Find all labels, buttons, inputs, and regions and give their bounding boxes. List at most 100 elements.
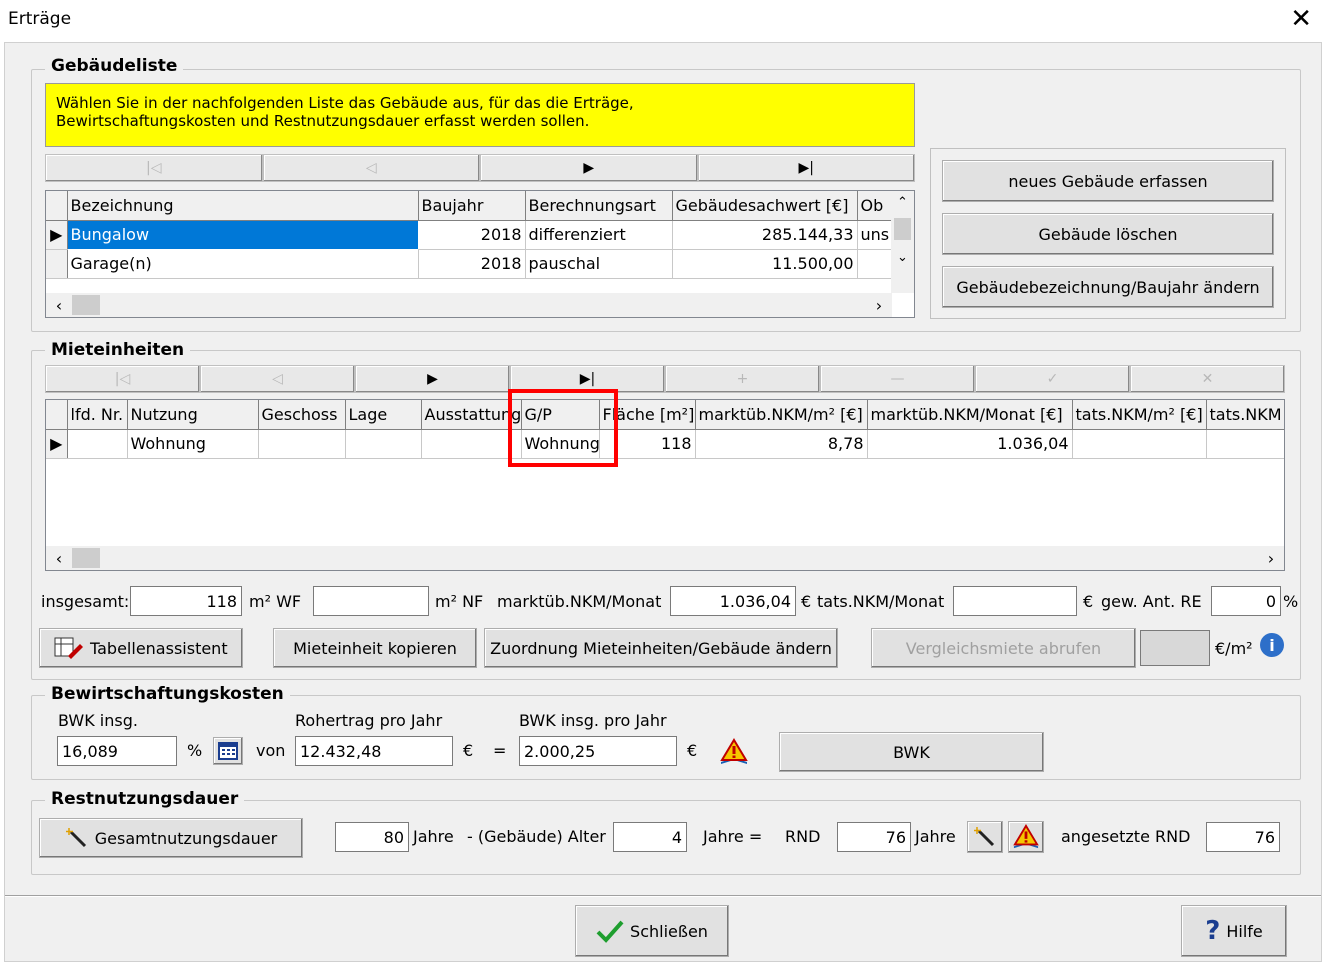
scroll-up-icon[interactable]: ⌃ [891,195,914,210]
warning-book-icon[interactable] [717,737,751,767]
rnd-wand-button[interactable] [967,821,1003,853]
mieteinheit-kopieren-button[interactable]: Mieteinheit kopieren [273,628,477,668]
angesetzte-rnd-field[interactable]: 76 [1206,822,1280,852]
cell-tats[interactable] [1206,429,1284,459]
cell-baujahr[interactable]: 2018 [418,249,526,279]
scroll-thumb[interactable] [72,548,100,568]
scroll-thumb[interactable] [72,295,100,315]
cell-sachwert[interactable]: 285.144,33 [672,220,858,250]
calculator-icon [218,742,238,760]
cell-bezeichnung[interactable]: Garage(n) [67,249,419,279]
tats-unit: € [1083,592,1094,611]
scroll-left-icon[interactable]: ‹ [46,549,72,568]
nav-last-icon[interactable]: ▶| [697,154,915,182]
gesamtnutzungsdauer-button[interactable]: Gesamtnutzungsdauer [39,818,303,858]
col-bezeichnung[interactable]: Bezeichnung [67,191,419,221]
cell-nutzung[interactable]: Wohnung [127,429,259,459]
rnd-label: RND [785,827,821,846]
col-lage[interactable]: Lage [345,400,422,430]
horizontal-scrollbar[interactable]: ‹ › [46,293,892,317]
nav-prev-icon[interactable]: ◁ [262,154,480,182]
bwk-jahr-field[interactable]: 2.000,25 [519,736,677,766]
vergleichsmiete-button[interactable]: Vergleichsmiete abrufen [871,628,1136,668]
rnd-field[interactable]: 76 [837,822,911,852]
cell-berechnungsart[interactable]: pauschal [525,249,673,279]
nav-prev-icon[interactable]: ◁ [200,365,355,393]
gew-unit: % [1283,592,1299,611]
cell-nkm-monat[interactable]: 1.036,04 [867,429,1073,459]
mieteinheiten-grid: lfd. Nr. Nutzung Geschoss Lage Ausstattu… [45,399,1285,571]
col-sachwert[interactable]: Gebäudesachwert [€] [672,191,858,221]
rohertrag-field[interactable]: 12.432,48 [295,736,453,766]
nav-first-icon[interactable]: |◁ [45,154,263,182]
insgesamt-label: insgesamt: [41,592,130,611]
cell-bezeichnung[interactable]: Bungalow [66,219,419,250]
row-indicator-icon: ▶ [46,429,68,459]
col-nkm-monat[interactable]: marktüb.NKM/Monat [€] [867,400,1073,430]
schliessen-button[interactable]: Schließen [575,905,729,957]
alter-field[interactable]: 4 [613,822,687,852]
gnd-field[interactable]: 80 [335,822,409,852]
col-ob[interactable]: Ob [857,191,893,221]
nkm-monat-label: marktüb.NKM/Monat [497,592,662,611]
wf-field[interactable]: 118 [130,586,242,616]
table-row[interactable]: Garage(n) 2018 pauschal 11.500,00 [46,249,893,279]
cell-ausstattung[interactable] [421,429,522,459]
close-icon[interactable]: ✕ [1290,4,1312,34]
cell-sachwert[interactable]: 11.500,00 [672,249,858,279]
horizontal-scrollbar[interactable]: ‹ › [46,546,1284,570]
nav-post-icon[interactable]: ✓ [975,365,1130,393]
table-row[interactable]: ▶ Wohnung Wohnung 118 8,78 1.036,04 [46,429,1284,459]
magic-wand-icon [65,827,89,849]
cell-ob[interactable] [857,249,893,279]
nf-field[interactable] [313,586,429,616]
new-building-button[interactable]: neues Gebäude erfassen [942,160,1274,202]
cell-lage[interactable] [345,429,422,459]
bwk-button[interactable]: BWK [779,732,1044,772]
scroll-right-icon[interactable]: › [866,296,892,315]
cell-berechnungsart[interactable]: differenziert [525,220,673,250]
scroll-thumb[interactable] [894,218,911,240]
cell-baujahr[interactable]: 2018 [418,220,526,250]
delete-building-button[interactable]: Gebäude löschen [942,213,1274,255]
hilfe-button[interactable]: ? Hilfe [1181,905,1287,957]
col-geschoss[interactable]: Geschoss [258,400,346,430]
nkm-monat-field[interactable]: 1.036,04 [670,586,796,616]
euro-label: € [463,741,474,760]
equals-label: = [493,741,507,760]
col-tats[interactable]: tats.NKM [1206,400,1284,430]
col-tats-m2[interactable]: tats.NKM/m² [€] [1072,400,1207,430]
col-nutzung[interactable]: Nutzung [127,400,259,430]
rnd-info-button[interactable] [1008,821,1044,853]
tabellenassistent-button[interactable]: Tabellenassistent [39,628,243,668]
nf-unit: m² NF [435,592,484,611]
calculator-button[interactable] [213,737,243,765]
rename-building-button[interactable]: Gebäudebezeichnung/Baujahr ändern [942,266,1274,308]
cell-geschoss[interactable] [258,429,346,459]
nav-insert-icon[interactable]: + [665,365,820,393]
cell-ob[interactable]: uns [857,220,893,250]
tats-monat-field[interactable] [953,586,1077,616]
nav-delete-icon[interactable]: — [820,365,975,393]
scroll-down-icon[interactable]: ⌄ [891,250,914,265]
gew-field[interactable]: 0 [1211,586,1281,616]
info-icon[interactable]: i [1260,633,1284,657]
nav-first-icon[interactable]: |◁ [45,365,200,393]
scroll-right-icon[interactable]: › [1258,549,1284,568]
zuordnung-button[interactable]: Zuordnung Mieteinheiten/Gebäude ändern [484,628,838,668]
col-nkm-m2[interactable]: marktüb.NKM/m² [€] [695,400,868,430]
cell-tats-m2[interactable] [1072,429,1207,459]
scroll-left-icon[interactable]: ‹ [46,296,72,315]
cell-nkm-m2[interactable]: 8,78 [695,429,868,459]
cell-lfd-nr[interactable] [67,429,128,459]
nav-next-icon[interactable]: ▶ [480,154,698,182]
nav-cancel-icon[interactable]: ✕ [1130,365,1285,393]
bwk-insg-field[interactable]: 16,089 [57,736,177,766]
table-row[interactable]: ▶ Bungalow 2018 differenziert 285.144,33… [46,219,893,250]
col-baujahr[interactable]: Baujahr [418,191,526,221]
col-berechnungsart[interactable]: Berechnungsart [525,191,673,221]
col-ausstattung[interactable]: Ausstattung [421,400,522,430]
vertical-scrollbar[interactable]: ⌃ ⌄ [891,191,914,293]
col-lfd-nr[interactable]: lfd. Nr. [67,400,128,430]
nav-next-icon[interactable]: ▶ [355,365,510,393]
